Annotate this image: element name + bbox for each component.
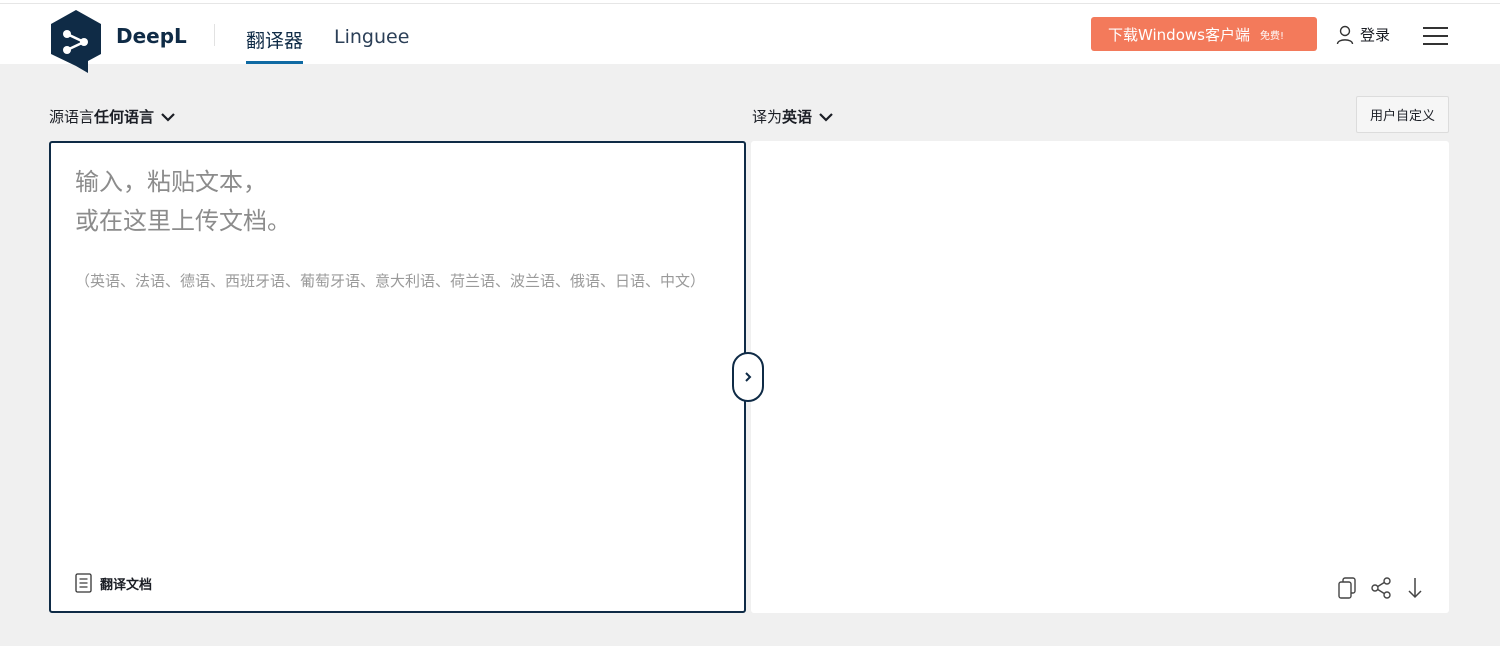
glossary-button[interactable]: 用户自定义 bbox=[1356, 96, 1449, 133]
placeholder-line-1: 输入，粘贴文本， bbox=[75, 168, 267, 196]
header: DeepL 翻译器 Linguee 下载Windows客户端 免费! 登录 bbox=[0, 4, 1500, 73]
collapse-toggle-button[interactable] bbox=[732, 352, 764, 402]
brand-name[interactable]: DeepL bbox=[116, 24, 187, 48]
translate-document-label: 翻译文档 bbox=[100, 577, 153, 593]
target-language-selector[interactable]: 译为 英语 bbox=[752, 106, 834, 127]
download-label: 下载Windows客户端 bbox=[1108, 25, 1250, 44]
source-text-panel[interactable]: 输入，粘贴文本， 或在这里上传文档。 （英语、法语、德语、西班牙语、葡萄牙语、意… bbox=[49, 141, 746, 613]
copy-icon[interactable] bbox=[1336, 576, 1358, 600]
tab-linguee[interactable]: Linguee bbox=[334, 26, 409, 48]
deepl-logo-icon[interactable] bbox=[48, 8, 104, 74]
target-lang-prefix: 译为 bbox=[752, 108, 783, 126]
free-badge: 免费! bbox=[1259, 30, 1284, 42]
chevron-down-icon bbox=[819, 112, 833, 122]
target-actions bbox=[1336, 576, 1426, 600]
source-placeholder: 输入，粘贴文本， 或在这里上传文档。 bbox=[75, 163, 291, 241]
login-button[interactable]: 登录 bbox=[1336, 24, 1390, 45]
chevron-down-icon bbox=[161, 112, 175, 122]
download-icon[interactable] bbox=[1404, 576, 1426, 600]
translate-document-button[interactable]: 翻译文档 bbox=[75, 573, 152, 593]
chevron-right-icon bbox=[745, 372, 752, 382]
login-label: 登录 bbox=[1360, 26, 1391, 44]
target-text-panel[interactable] bbox=[751, 141, 1449, 613]
download-windows-button[interactable]: 下载Windows客户端 免费! bbox=[1091, 17, 1317, 51]
source-lang-prefix: 源语言 bbox=[49, 108, 95, 126]
target-lang-value: 英语 bbox=[782, 108, 813, 126]
source-language-selector[interactable]: 源语言 任何语言 bbox=[49, 106, 176, 127]
document-icon bbox=[75, 573, 92, 593]
share-icon[interactable] bbox=[1370, 576, 1392, 600]
source-lang-value: 任何语言 bbox=[94, 108, 155, 126]
supported-languages-hint: （英语、法语、德语、西班牙语、葡萄牙语、意大利语、荷兰语、波兰语、俄语、日语、中… bbox=[75, 272, 706, 290]
header-divider bbox=[214, 24, 215, 46]
hamburger-menu-icon[interactable] bbox=[1423, 27, 1448, 46]
placeholder-line-2: 或在这里上传文档。 bbox=[75, 207, 291, 235]
tab-translator[interactable]: 翻译器 bbox=[246, 26, 304, 64]
user-icon bbox=[1336, 25, 1354, 44]
